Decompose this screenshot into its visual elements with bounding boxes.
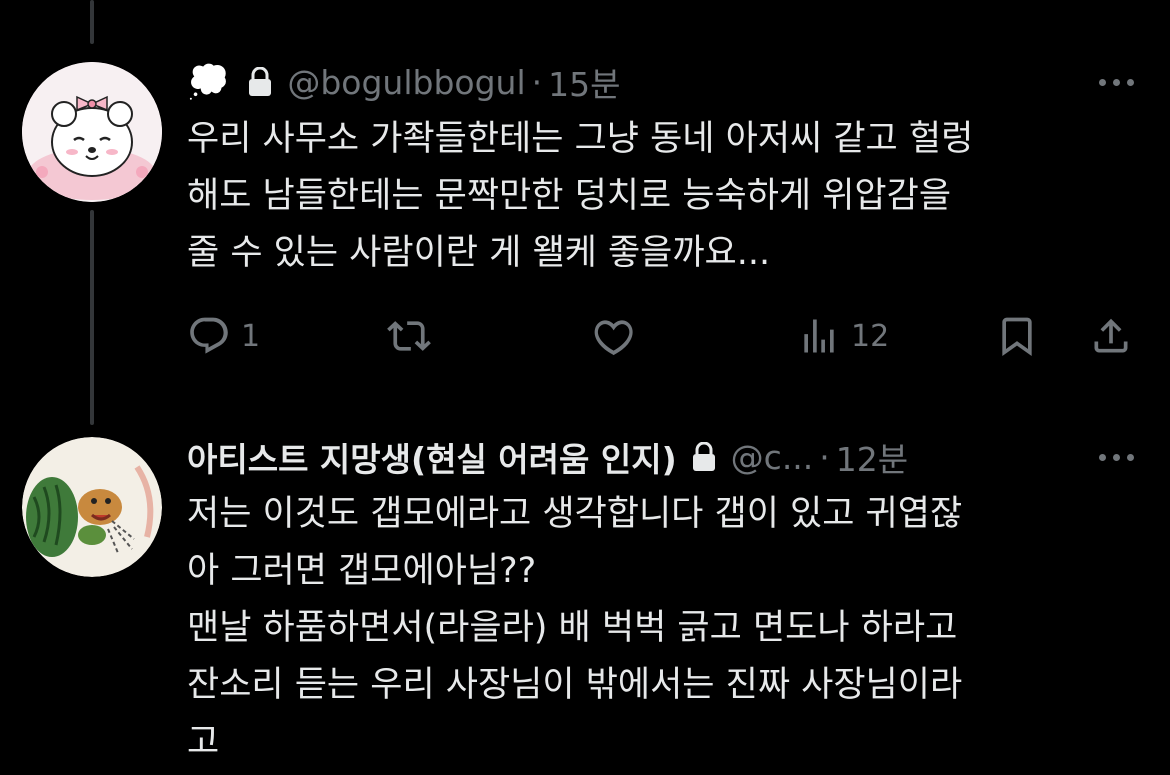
tweet-header: 💭 @bogulbbogul · 15분 (187, 62, 621, 104)
reply-icon (190, 317, 228, 354)
lock-icon (691, 442, 717, 472)
tweet-text: 우리 사무소 가좍들한테는 그냥 동네 아저씨 같고 헐렁 해도 남들한테는 문… (187, 111, 1150, 282)
watermelon-avatar-icon (22, 437, 162, 577)
display-name-emoji[interactable]: 💭 (187, 62, 229, 102)
text-line: 저는 이것도 갭모에라고 생각합니다 갭이 있고 귀엽잖 (187, 494, 963, 534)
bookmark-button[interactable] (995, 314, 1039, 358)
timestamp[interactable]: 15분 (548, 58, 620, 106)
timestamp[interactable]: 12분 (836, 433, 908, 481)
tweet-header: 아티스트 지망생(현실 어려움 인지) @c... · 12분 (187, 433, 908, 481)
reply-count: 1 (241, 318, 261, 354)
text-line: 우리 사무소 가좍들한테는 그냥 동네 아저씨 같고 헐렁 (187, 119, 974, 159)
share-icon (1094, 318, 1128, 353)
tweet-text: 저는 이것도 갭모에라고 생각합니다 갭이 있고 귀엽잖 아 그러면 갭모에아님… (187, 486, 1150, 771)
action-bar: 1 12 (187, 308, 1137, 364)
separator-dot: · (819, 437, 830, 477)
text-line: 맨날 하품하면서(라을라) 배 벅벅 긁고 면도나 하라고 (187, 608, 958, 648)
avatar[interactable] (22, 62, 162, 202)
like-icon (594, 320, 633, 356)
user-handle[interactable]: @c... (731, 438, 814, 477)
retweet-icon (387, 321, 431, 351)
views-button[interactable]: 12 (797, 314, 889, 358)
more-icon[interactable] (1099, 79, 1134, 86)
display-name[interactable]: 아티스트 지망생(현실 어려움 인지) (187, 433, 677, 481)
text-line: 줄 수 있는 사람이란 게 왤케 좋을까요... (187, 233, 771, 273)
views-icon (804, 319, 834, 353)
user-handle[interactable]: @bogulbbogul (287, 63, 525, 102)
thread-line-top (90, 0, 94, 44)
text-line: 해도 남들한테는 문짝만한 덩치로 능숙하게 위압감을 (187, 176, 952, 216)
bookmark-icon (1002, 317, 1032, 357)
text-line: 아 그러면 갭모에아님?? (187, 551, 537, 591)
bear-avatar-icon (22, 62, 162, 202)
thread-line-middle (90, 210, 94, 425)
more-icon[interactable] (1099, 454, 1134, 461)
like-button[interactable] (592, 314, 636, 358)
text-line: 고 (187, 722, 220, 762)
separator-dot: · (531, 62, 543, 102)
share-button[interactable] (1089, 314, 1133, 358)
avatar[interactable] (22, 437, 162, 577)
reply-button[interactable]: 1 (187, 314, 260, 358)
views-count: 12 (851, 318, 890, 354)
retweet-button[interactable] (387, 314, 431, 358)
text-line: 잔소리 듣는 우리 사장님이 밖에서는 진짜 사장님이라 (187, 665, 963, 705)
lock-icon (247, 67, 273, 97)
